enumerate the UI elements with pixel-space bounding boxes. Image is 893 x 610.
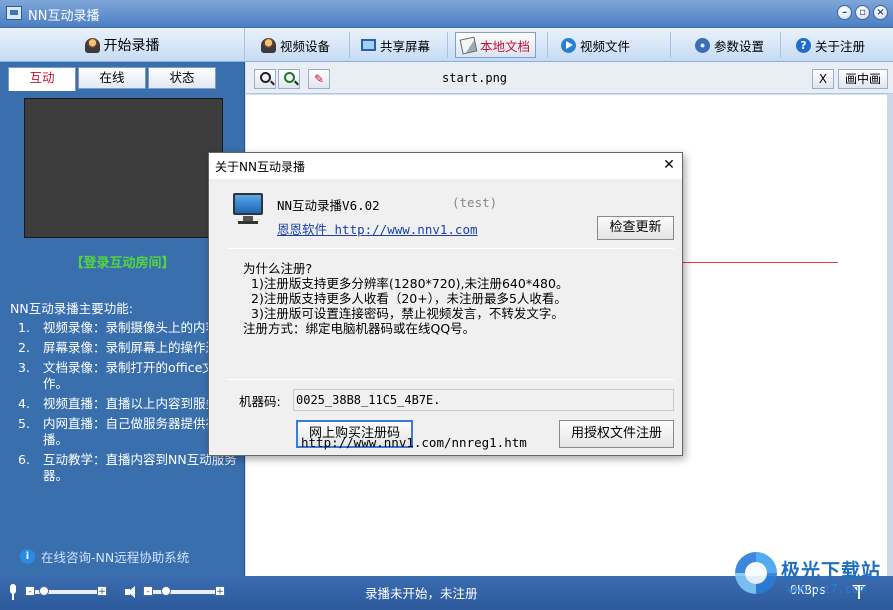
register-method: 注册方式：绑定电脑机器码或在线QQ号。 bbox=[243, 321, 476, 336]
machine-code-label: 机器码: bbox=[239, 394, 281, 409]
app-icon bbox=[6, 6, 22, 20]
features-title: NN互动录播主要功能: bbox=[10, 301, 133, 316]
document-icon bbox=[459, 36, 478, 54]
watermark-text: 极光下载站 bbox=[781, 560, 882, 582]
document-filename: start.png bbox=[442, 71, 508, 85]
register-reasons: 为什么注册? 1)注册版支持更多分辨率(1280*720),未注册640*480… bbox=[243, 261, 568, 336]
tab-interactive[interactable]: 互动 bbox=[8, 67, 76, 91]
annotation-line bbox=[683, 262, 838, 263]
gear-icon bbox=[695, 37, 710, 53]
pen-button[interactable]: ✎ bbox=[308, 69, 330, 89]
speaker-plus-icon[interactable]: + bbox=[215, 586, 225, 597]
document-toolbar: ✎ start.png X 画中画 bbox=[246, 62, 893, 94]
settings-label: 参数设置 bbox=[714, 38, 765, 54]
speaker-volume-slider[interactable]: - + bbox=[143, 586, 225, 597]
register-url: http://www.nnv1.com/nnreg1.htm bbox=[301, 435, 527, 450]
close-document-button[interactable]: X bbox=[812, 69, 834, 89]
dialog-close-button[interactable]: ✕ bbox=[658, 155, 680, 175]
divider bbox=[227, 248, 674, 249]
picture-in-picture-button[interactable]: 画中画 bbox=[838, 69, 888, 89]
machine-code-field[interactable]: 0025_38B8_11C5_4B7E. bbox=[293, 389, 674, 411]
info-icon: i bbox=[20, 549, 35, 564]
watermark-url: www.xz7.com bbox=[787, 582, 867, 596]
consult-link[interactable]: i 在线咨询-NN远程协助系统 bbox=[20, 547, 189, 566]
check-update-button[interactable]: 检查更新 bbox=[597, 216, 674, 240]
zoom-out-icon bbox=[259, 72, 271, 83]
mic-plus-icon[interactable]: + bbox=[97, 586, 107, 597]
minimize-icon[interactable]: – bbox=[837, 5, 852, 20]
video-device-label: 视频设备 bbox=[280, 38, 331, 54]
play-icon bbox=[561, 37, 576, 53]
dialog-body: NN互动录播V6.02 (test) 恩恩软件 http://www.nnv1.… bbox=[209, 179, 682, 455]
tab-online[interactable]: 在线 bbox=[78, 67, 146, 89]
company-link[interactable]: 恩恩软件 http://www.nnv1.com bbox=[277, 219, 478, 238]
close-icon[interactable]: × bbox=[873, 5, 888, 20]
start-record-button[interactable]: 开始录播 bbox=[0, 28, 245, 62]
reason-item: 2)注册版支持更多人收看（20+），未注册最多5人收看。 bbox=[251, 291, 567, 306]
share-screen-button[interactable]: 共享屏幕 bbox=[356, 32, 435, 58]
speaker-minus-icon[interactable]: - bbox=[143, 586, 153, 597]
test-label: (test) bbox=[452, 195, 498, 210]
monitor-icon bbox=[233, 193, 263, 224]
settings-button[interactable]: 参数设置 bbox=[690, 32, 769, 58]
presenter-icon bbox=[84, 37, 100, 53]
microphone-icon[interactable] bbox=[8, 584, 18, 600]
speaker-icon[interactable] bbox=[125, 586, 139, 598]
restore-icon[interactable]: ▫ bbox=[855, 5, 870, 20]
license-file-register-button[interactable]: 用授权文件注册 bbox=[559, 420, 674, 448]
divider bbox=[227, 379, 674, 380]
speaker-volume-knob[interactable] bbox=[161, 586, 172, 596]
mic-volume-knob[interactable] bbox=[39, 586, 50, 596]
video-file-button[interactable]: 视频文件 bbox=[556, 32, 635, 58]
dialog-title: 关于NN互动录播 bbox=[215, 160, 305, 174]
why-title: 为什么注册? bbox=[243, 261, 313, 276]
consult-label: 在线咨询-NN远程协助系统 bbox=[41, 550, 190, 565]
mic-volume-slider[interactable]: - + bbox=[25, 586, 107, 597]
zoom-out-button[interactable] bbox=[254, 69, 276, 89]
title-bar: NN互动录播 – ▫ × bbox=[0, 0, 893, 28]
start-record-label: 开始录播 bbox=[103, 38, 160, 54]
zoom-in-icon bbox=[283, 72, 295, 83]
watermark-logo-icon bbox=[735, 552, 777, 594]
tab-status[interactable]: 状态 bbox=[148, 67, 216, 89]
video-device-button[interactable]: 视频设备 bbox=[256, 32, 335, 58]
product-version: NN互动录播V6.02 bbox=[277, 198, 380, 213]
video-preview bbox=[24, 98, 223, 238]
list-item: 6. 互动教学：直播内容到NN互动服务器。 bbox=[18, 452, 237, 483]
about-register-label: 关于注册 bbox=[815, 38, 866, 54]
screen-icon bbox=[361, 39, 376, 51]
mic-minus-icon[interactable]: - bbox=[25, 586, 35, 597]
share-screen-label: 共享屏幕 bbox=[380, 38, 431, 54]
local-document-label: 本地文档 bbox=[480, 38, 531, 54]
window-title: NN互动录播 bbox=[28, 9, 100, 24]
reason-item: 3)注册版可设置连接密码，禁止视频发言，不转发文字。 bbox=[251, 306, 564, 321]
vertical-scrollbar[interactable] bbox=[887, 95, 893, 576]
main-toolbar: 开始录播 视频设备 共享屏幕 本地文档 视频文件 参数设置 ? 关于注册 bbox=[0, 28, 893, 62]
help-icon: ? bbox=[796, 37, 811, 53]
pen-icon: ✎ bbox=[313, 72, 325, 86]
about-dialog: 关于NN互动录播 ✕ NN互动录播V6.02 (test) 恩恩软件 http:… bbox=[208, 152, 683, 456]
reason-item: 1)注册版支持更多分辨率(1280*720),未注册640*480。 bbox=[251, 276, 569, 291]
user-icon bbox=[261, 37, 276, 53]
video-file-label: 视频文件 bbox=[580, 38, 631, 54]
record-status: 录播未开始，未注册 bbox=[365, 586, 478, 601]
watermark: 极光下载站 www.xz7.com bbox=[735, 548, 885, 606]
about-register-button[interactable]: ? 关于注册 bbox=[791, 32, 870, 58]
zoom-in-button[interactable] bbox=[278, 69, 300, 89]
local-document-button[interactable]: 本地文档 bbox=[455, 32, 537, 58]
